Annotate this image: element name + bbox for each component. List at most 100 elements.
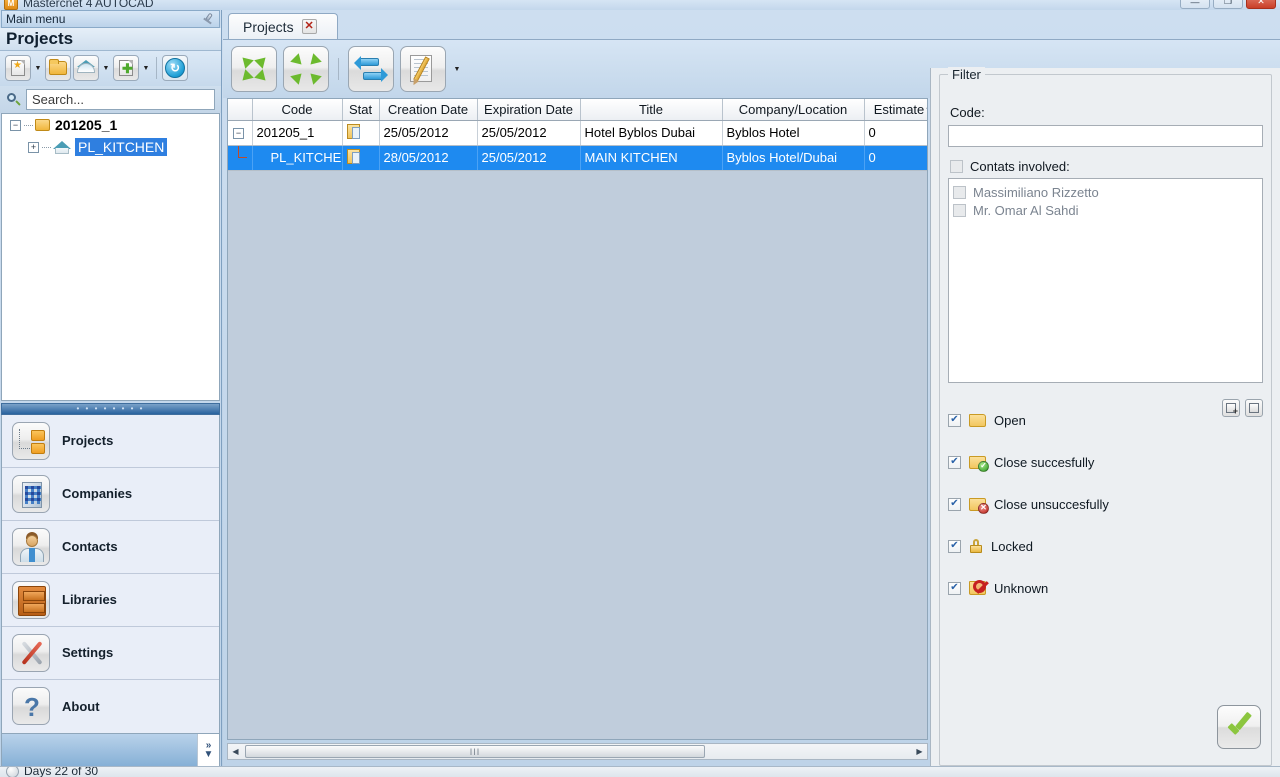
contacts-involved-checkbox[interactable] (950, 160, 963, 173)
contact-checkbox[interactable] (953, 203, 966, 217)
tree-expander-icon[interactable]: + (28, 141, 39, 153)
expand-all-button[interactable] (231, 46, 277, 92)
row-expander-icon[interactable]: − (233, 127, 244, 139)
open-folder-button[interactable] (45, 55, 71, 82)
cell-code: PL_KITCHEN (252, 145, 343, 171)
tree-item-label: PL_KITCHEN (75, 138, 168, 157)
scroll-track[interactable]: III (243, 744, 912, 759)
grid-col-title[interactable]: Title (580, 99, 723, 121)
collapse-all-button[interactable] (283, 46, 329, 92)
row-expander-cell[interactable]: − (228, 120, 253, 146)
roof-dropdown[interactable]: ▼ (101, 57, 111, 79)
cell-estimate: 0 (864, 145, 927, 171)
pin-icon[interactable] (202, 12, 216, 26)
sidebar-item-libraries[interactable]: Libraries (2, 573, 219, 627)
uncheck-all-icon[interactable] (1245, 399, 1263, 417)
check-all-icon[interactable]: + (1222, 399, 1240, 417)
sidebar-item-settings[interactable]: Settings (2, 626, 219, 680)
cell-title: Hotel Byblos Dubai (580, 120, 723, 146)
cell-stat (342, 145, 380, 171)
sidebar-item-projects[interactable]: Projects (2, 414, 219, 468)
contact-label: Mr. Omar Al Sahdi (973, 202, 1079, 218)
close-button[interactable]: ✕ (1246, 0, 1276, 9)
folder-forbidden-icon (969, 580, 986, 595)
new-project-button[interactable]: ★ (5, 55, 31, 82)
edit-notes-button[interactable] (400, 46, 446, 92)
projects-grid[interactable]: Code Stat Creation Date Expiration Date … (227, 98, 928, 740)
grid-col-creation-date[interactable]: Creation Date (379, 99, 478, 121)
application-window: M Mastercnet 4 AUTOCAD — ❐ ✕ Main menu P… (0, 0, 1280, 777)
library-icon (12, 580, 50, 619)
new-project-dropdown[interactable]: ▼ (33, 57, 43, 79)
contact-icon (12, 527, 50, 566)
cell-creation-date: 25/05/2012 (379, 120, 478, 146)
contact-label: Massimiliano Rizzetto (973, 184, 1099, 200)
table-row[interactable]: − 201205_1 25/05/2012 25/05/2012 Hotel B… (228, 120, 927, 146)
status-row-open[interactable]: ✔ Open (948, 399, 1263, 441)
scroll-thumb[interactable]: III (245, 745, 705, 758)
sidebar-item-contacts[interactable]: Contacts (2, 520, 219, 574)
grid-gutter-header (228, 99, 253, 121)
add-button[interactable]: ✚ (113, 55, 139, 82)
code-input[interactable] (948, 125, 1263, 147)
expand-arrows-icon (238, 53, 270, 85)
contacts-involved-row[interactable]: Contats involved: (950, 159, 1263, 174)
add-page-icon: ✚ (119, 60, 133, 77)
contacts-involved-label: Contats involved: (970, 159, 1070, 174)
status-row-unknown[interactable]: ✔ Unknown (948, 567, 1263, 609)
sidebar-item-label: Projects (62, 433, 114, 449)
status-label: Close unsuccesfully (994, 496, 1109, 512)
main-menu-bar[interactable]: Main menu (1, 10, 220, 28)
building-icon (12, 474, 50, 513)
status-filter-list: + ✔ Open ✔ ✓ Close succesfully ✔ ✕ Close… (948, 399, 1263, 609)
status-checkbox[interactable]: ✔ (948, 413, 961, 427)
list-item[interactable]: Mr. Omar Al Sahdi (953, 201, 1258, 219)
tree-item-root[interactable]: − 201205_1 (2, 114, 219, 136)
sidebar-item-about[interactable]: ? About (2, 679, 219, 733)
search-input[interactable]: Search... (26, 89, 215, 111)
scroll-right-icon[interactable]: ▶ (912, 744, 927, 759)
status-row-close-successfully[interactable]: ✔ ✓ Close succesfully (948, 441, 1263, 483)
add-dropdown[interactable]: ▼ (141, 57, 151, 79)
refresh-button[interactable] (348, 46, 394, 92)
status-label: Unknown (994, 580, 1049, 596)
roof-button[interactable] (73, 55, 99, 82)
status-row-close-unsuccessfully[interactable]: ✔ ✕ Close unsuccesfully (948, 483, 1263, 525)
minimize-button[interactable]: — (1180, 0, 1210, 9)
contacts-listbox[interactable]: Massimiliano Rizzetto Mr. Omar Al Sahdi (948, 178, 1263, 383)
grid-col-stat[interactable]: Stat (342, 99, 380, 121)
tree-item-child[interactable]: + PL_KITCHEN (2, 136, 219, 158)
cell-expiration-date: 25/05/2012 (477, 120, 581, 146)
tree-expander-icon[interactable]: − (10, 119, 21, 131)
grid-col-code[interactable]: Code (252, 99, 343, 121)
sidebar-item-companies[interactable]: Companies (2, 467, 219, 521)
list-item[interactable]: Massimiliano Rizzetto (953, 183, 1258, 201)
refresh-button[interactable]: ↻ (162, 55, 188, 82)
status-checkbox[interactable]: ✔ (948, 497, 961, 511)
grid-horizontal-scrollbar[interactable]: ◀ III ▶ (227, 743, 928, 760)
main-area: Projects ✕ ▼ Code Stat Creation Date Exp… (223, 10, 1280, 766)
contact-checkbox[interactable] (953, 185, 966, 199)
status-row-locked[interactable]: ✔ Locked (948, 525, 1263, 567)
nav-resize-grip[interactable]: • • • • • • • • (1, 403, 220, 415)
window-title-bar: M Mastercnet 4 AUTOCAD — ❐ ✕ (0, 0, 1280, 10)
edit-notes-dropdown[interactable]: ▼ (452, 58, 462, 80)
scroll-left-icon[interactable]: ◀ (228, 744, 243, 759)
status-checkbox[interactable]: ✔ (948, 539, 961, 553)
grid-col-expiration-date[interactable]: Expiration Date (477, 99, 581, 121)
tab-projects[interactable]: Projects ✕ (228, 13, 338, 39)
table-row[interactable]: PL_KITCHEN 28/05/2012 25/05/2012 MAIN KI… (228, 145, 927, 171)
status-text: Days 22 of 30 (24, 766, 99, 777)
apply-filter-button[interactable] (1217, 705, 1261, 749)
app-icon: M (4, 0, 18, 10)
grid-col-estimate[interactable]: Estimate (864, 99, 927, 121)
status-checkbox[interactable]: ✔ (948, 455, 961, 469)
grid-col-company-location[interactable]: Company/Location (722, 99, 865, 121)
close-icon[interactable]: ✕ (301, 19, 317, 34)
project-tree[interactable]: − 201205_1 + PL_KITCHEN (1, 113, 220, 402)
chevrons-right-icon[interactable]: » ▼ (197, 733, 219, 766)
status-checkbox[interactable]: ✔ (948, 581, 961, 595)
left-panel: Main menu Projects ★ ▼ ▼ ✚ ▼ ↻ Search...… (0, 10, 222, 767)
cell-title: MAIN KITCHEN (580, 145, 723, 171)
maximize-button[interactable]: ❐ (1213, 0, 1243, 9)
